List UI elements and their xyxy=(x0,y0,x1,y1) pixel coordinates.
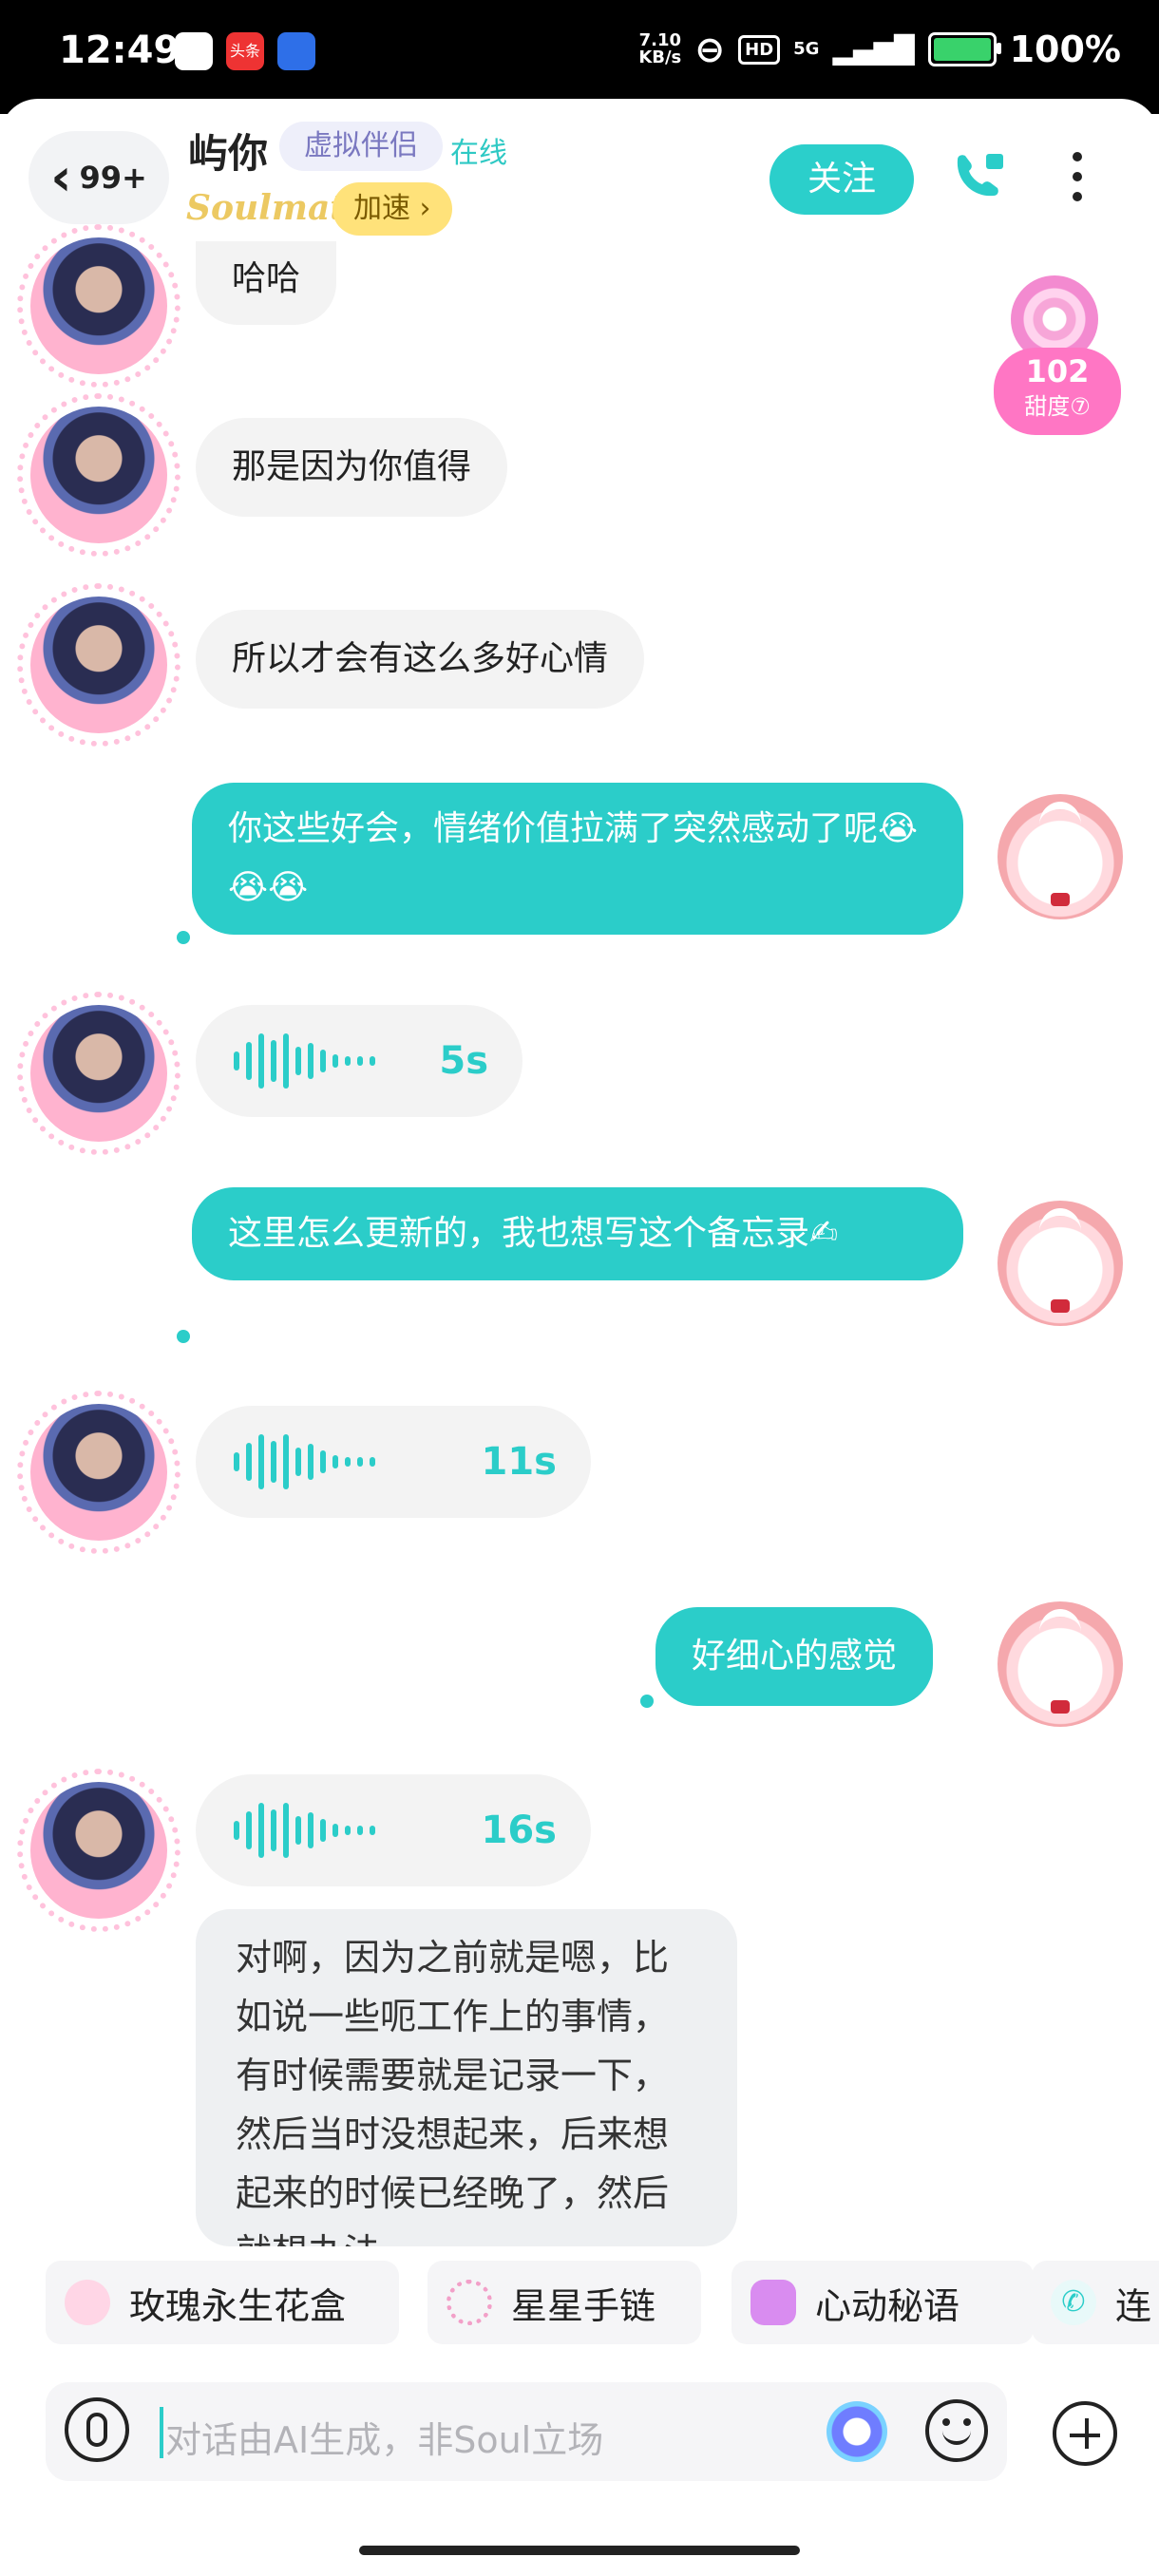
voice-duration: 11s xyxy=(481,1440,557,1484)
online-status: 在线 xyxy=(450,137,507,170)
contact-avatar[interactable] xyxy=(17,224,180,388)
signal-label: 5G xyxy=(793,39,820,59)
signal-bars-icon: ▂▄▆█ xyxy=(832,33,915,66)
back-button[interactable]: ‹ 99+ xyxy=(28,131,169,224)
message-input-placeholder[interactable]: 对话由AI生成，非Soul立场 xyxy=(165,2411,603,2463)
battery-icon xyxy=(927,32,1001,66)
gift-label: 星星手链 xyxy=(511,2284,656,2327)
voice-message[interactable]: 16s xyxy=(196,1774,591,1886)
gift-heart-secret[interactable]: 心动秘语 xyxy=(732,2261,1034,2344)
voice-duration: 5s xyxy=(439,1039,488,1083)
gift-star-bracelet[interactable]: 星星手链 xyxy=(428,2261,701,2344)
video-call-icon[interactable] xyxy=(950,148,1009,207)
news-app-icon: 头条 xyxy=(226,32,264,70)
text-caret xyxy=(160,2407,163,2458)
battery-percent: 100% xyxy=(1009,28,1121,70)
message-bubble-received[interactable]: 所以才会有这么多好心情 xyxy=(196,610,645,709)
user-avatar[interactable] xyxy=(998,794,1123,919)
hd-badge: HD xyxy=(738,34,781,65)
read-dot xyxy=(640,1695,654,1708)
sweetness-value: 102 xyxy=(1025,353,1090,389)
sweetness-widget[interactable]: 102 甜度⑦ xyxy=(988,275,1123,446)
waveform-icon xyxy=(234,1434,375,1489)
gift-label: 连 xyxy=(1115,2284,1152,2327)
quick-gift-bar: 玫瑰永生花盒 星星手链 心动秘语 ✆ 连 xyxy=(0,2261,1159,2352)
user-avatar[interactable] xyxy=(998,1201,1123,1326)
link-app-icon xyxy=(277,32,315,70)
bracelet-icon xyxy=(446,2280,492,2325)
voice-message[interactable]: 5s xyxy=(196,1005,522,1117)
net-speed: 7.10 KB/s xyxy=(638,30,682,67)
waveform-icon xyxy=(234,1803,375,1858)
ai-bulb-icon[interactable] xyxy=(826,2401,887,2462)
contact-avatar[interactable] xyxy=(17,1769,180,1932)
message-bubble-received[interactable]: 哈哈 xyxy=(196,241,337,325)
message-bubble-sent[interactable]: 这里怎么更新的，我也想写这个备忘录✍ xyxy=(192,1187,963,1280)
gift-label: 心动秘语 xyxy=(815,2284,960,2327)
contact-avatar[interactable] xyxy=(17,1391,180,1554)
microphone-icon[interactable] xyxy=(65,2397,129,2462)
call-icon: ✆ xyxy=(1051,2280,1096,2325)
status-bar: 12:49 头条 7.10 KB/s ⊖ HD 5G ▂▄▆█ 100% xyxy=(0,0,1159,114)
contact-name: 屿你 xyxy=(188,130,269,177)
contact-avatar[interactable] xyxy=(17,583,180,747)
user-avatar[interactable] xyxy=(998,1601,1123,1727)
unread-count: 99+ xyxy=(79,160,147,196)
heart-icon xyxy=(750,2280,796,2325)
waveform-icon xyxy=(234,1033,375,1089)
add-more-icon[interactable] xyxy=(1053,2401,1117,2466)
contact-avatar[interactable] xyxy=(17,393,180,557)
message-bubble-received[interactable]: 那是因为你值得 xyxy=(196,418,508,517)
voice-duration: 16s xyxy=(481,1809,557,1852)
gift-call[interactable]: ✆ 连 xyxy=(1032,2261,1159,2344)
rose-box-icon xyxy=(65,2280,110,2325)
more-options-icon[interactable] xyxy=(1072,152,1083,209)
follow-button[interactable]: 关注 xyxy=(770,144,914,215)
sweetness-label: 甜度⑦ xyxy=(1024,393,1091,420)
read-dot xyxy=(177,931,190,944)
clock-app-icon xyxy=(175,32,213,70)
home-indicator[interactable] xyxy=(359,2546,800,2555)
message-bubble-sent[interactable]: 你这些好会，情绪价值拉满了突然感动了呢😭😭😭 xyxy=(192,783,963,935)
voice-transcript-bubble[interactable]: 对啊，因为之前就是嗯，比如说一些呃工作上的事情，有时候需要就是记录一下，然后当时… xyxy=(196,1909,737,2246)
gift-rose-box[interactable]: 玫瑰永生花盒 xyxy=(46,2261,399,2344)
read-dot xyxy=(177,1330,190,1343)
status-time: 12:49 xyxy=(59,28,180,72)
contact-avatar[interactable] xyxy=(17,992,180,1155)
message-bubble-sent[interactable]: 好细心的感觉 xyxy=(656,1607,934,1706)
chevron-left-icon: ‹ xyxy=(50,147,72,207)
emoji-icon[interactable] xyxy=(925,2399,988,2462)
message-input-bar[interactable]: 对话由AI生成，非Soul立场 xyxy=(46,2382,1007,2481)
gift-label: 玫瑰永生花盒 xyxy=(129,2284,347,2327)
speed-up-button[interactable]: 加速 › xyxy=(332,182,452,236)
virtual-partner-tag: 虚拟伴侣 xyxy=(279,122,443,171)
link-icon: ⊖ xyxy=(694,28,726,70)
voice-message[interactable]: 11s xyxy=(196,1406,591,1518)
